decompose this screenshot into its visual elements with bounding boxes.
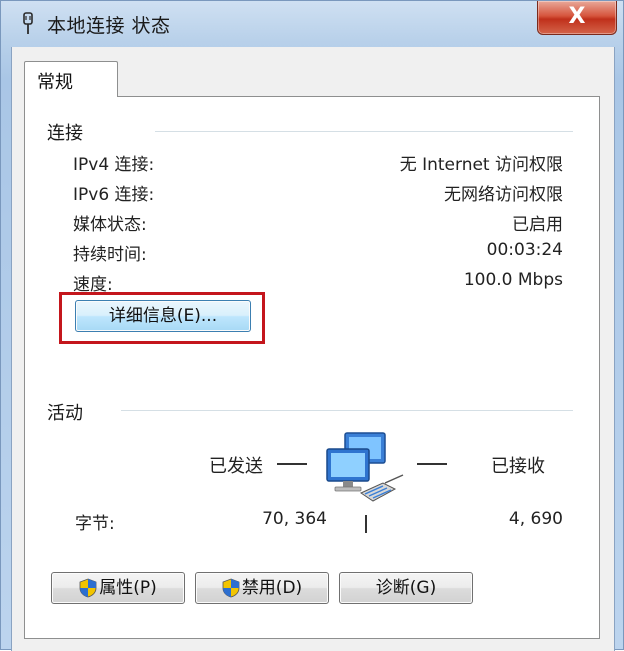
- title-bar[interactable]: 本地连接 状态 X: [1, 1, 624, 47]
- ipv6-value: 无网络访问权限: [444, 185, 563, 205]
- dialog-client-area: 常规 连接 IPv4 连接: 无 Internet 访问权限 IPv6 连接: …: [11, 47, 615, 651]
- tab-general[interactable]: 常规: [24, 61, 118, 97]
- disable-button-label: 禁用(D): [241, 578, 303, 598]
- sent-label: 已发送: [209, 456, 263, 477]
- diagnose-button[interactable]: 诊断(G): [339, 572, 473, 604]
- speed-value: 100.0 Mbps: [463, 270, 563, 290]
- media-state-label: 媒体状态:: [73, 215, 147, 235]
- properties-button[interactable]: 属性(P): [51, 572, 185, 604]
- properties-button-label: 属性(P): [99, 578, 157, 598]
- details-button-label: 详细信息(E)...: [108, 306, 218, 326]
- ipv6-label: IPv6 连接:: [73, 185, 155, 205]
- activity-group-divider: [121, 410, 573, 412]
- tab-general-label: 常规: [37, 72, 73, 93]
- general-tab-panel: 连接 IPv4 连接: 无 Internet 访问权限 IPv6 连接: 无网络…: [24, 96, 600, 639]
- uac-shield-icon: [222, 578, 240, 598]
- bytes-label: 字节:: [75, 514, 115, 534]
- details-button[interactable]: 详细信息(E)...: [75, 300, 251, 332]
- activity-group-title: 活动: [47, 403, 83, 424]
- activity-separator: [365, 515, 367, 533]
- network-activity-icon: [326, 432, 404, 502]
- disable-button[interactable]: 禁用(D): [195, 572, 329, 604]
- connection-group-divider: [155, 131, 573, 133]
- duration-label: 持续时间:: [73, 245, 147, 265]
- media-state-value: 已启用: [512, 215, 563, 235]
- sent-dash: [277, 463, 307, 465]
- connection-group-title: 连接: [47, 123, 83, 144]
- status-dialog-window: 本地连接 状态 X 常规 连接 IPv4 连接: 无 Internet 访问权限…: [0, 0, 624, 651]
- close-icon: X: [568, 4, 586, 29]
- close-button[interactable]: X: [537, 1, 617, 35]
- network-connection-icon: [23, 12, 33, 34]
- duration-value: 00:03:24: [486, 240, 563, 260]
- uac-shield-icon: [79, 578, 97, 598]
- ipv4-label: IPv4 连接:: [73, 155, 155, 175]
- bytes-received-value: 4, 690: [508, 509, 563, 529]
- bytes-sent-value: 70, 364: [262, 509, 327, 529]
- window-title: 本地连接 状态: [47, 15, 171, 37]
- received-dash: [417, 463, 447, 465]
- ipv4-value: 无 Internet 访问权限: [399, 155, 563, 175]
- received-label: 已接收: [491, 456, 545, 477]
- diagnose-button-label: 诊断(G): [375, 578, 437, 598]
